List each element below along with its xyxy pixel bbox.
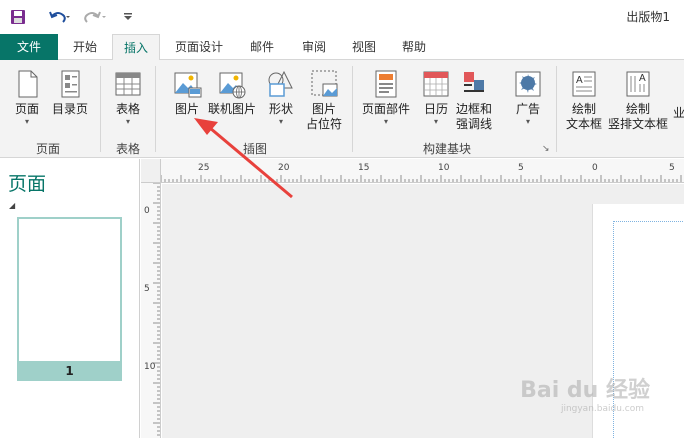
borders-accents-icon bbox=[464, 72, 484, 92]
vertical-textbox-line2: 竖排文本框 bbox=[608, 117, 669, 131]
tab-review[interactable]: 审阅 bbox=[292, 34, 336, 60]
tab-file[interactable]: 文件 bbox=[0, 34, 58, 60]
tab-help[interactable]: 帮助 bbox=[392, 34, 436, 60]
pages-navigation-panel: 页面 ◢ 1 bbox=[0, 159, 140, 438]
page-parts-icon bbox=[375, 70, 397, 98]
page-parts-button[interactable]: 页面部件 ▾ bbox=[362, 68, 410, 127]
draw-textbox-line2: 文本框 bbox=[566, 117, 603, 131]
ribbon: 页面 ▾ 目录页 页面 表格 ▾ 表格 图片 联机图片 形状 ▾ 图片 占位符 … bbox=[0, 60, 684, 158]
ruler-label: 5 bbox=[669, 163, 675, 173]
online-picture-button[interactable]: 联机图片 bbox=[208, 68, 256, 117]
group-separator bbox=[352, 66, 353, 152]
save-icon[interactable] bbox=[10, 7, 26, 27]
ruler-label: 10 bbox=[144, 362, 156, 372]
tab-view[interactable]: 视图 bbox=[342, 34, 386, 60]
draw-vertical-textbox-button[interactable]: A 绘制 竖排文本框 bbox=[608, 68, 668, 132]
textbox-icon: A bbox=[572, 71, 596, 97]
borders-label-line2: 强调线 bbox=[456, 117, 493, 131]
svg-text:A: A bbox=[576, 75, 583, 86]
ruler-label: 10 bbox=[438, 163, 450, 173]
document-title: 出版物1 bbox=[626, 10, 670, 24]
undo-icon[interactable] bbox=[48, 7, 70, 27]
chevron-down-icon: ▾ bbox=[125, 117, 130, 126]
horizontal-ruler[interactable]: 25 20 15 10 5 0 5 bbox=[161, 159, 684, 183]
page-button-label: 页面 bbox=[14, 102, 39, 116]
picture-icon bbox=[174, 72, 202, 98]
tab-home[interactable]: 开始 bbox=[62, 34, 108, 60]
calendar-icon bbox=[423, 71, 449, 97]
placeholder-label-line1: 图片 bbox=[312, 102, 337, 116]
ruler-corner bbox=[141, 159, 161, 183]
svg-text:A: A bbox=[639, 73, 646, 84]
watermark-logo: Bai du 经验 bbox=[520, 378, 650, 403]
ribbon-tabs: 文件 开始 插入 页面设计 邮件 审阅 视图 帮助 bbox=[0, 34, 684, 61]
borders-label-line1: 边框和 bbox=[456, 102, 493, 116]
vertical-textbox-line1: 绘制 bbox=[626, 102, 651, 116]
group-label-building-blocks: 构建基块 bbox=[423, 142, 472, 156]
vertical-ruler[interactable]: 0 5 10 bbox=[141, 183, 161, 438]
group-label-tables: 表格 bbox=[116, 142, 141, 156]
page-thumbnail[interactable] bbox=[17, 217, 122, 381]
catalog-page-icon bbox=[61, 70, 80, 98]
customize-qat-icon[interactable] bbox=[122, 7, 134, 27]
catalog-page-button[interactable]: 目录页 bbox=[52, 68, 88, 117]
advertisement-icon bbox=[515, 71, 541, 97]
chevron-down-icon: ▾ bbox=[24, 117, 29, 126]
tab-mailings[interactable]: 邮件 bbox=[240, 34, 284, 60]
ads-button[interactable]: 广告 ▾ bbox=[513, 68, 543, 127]
collapse-icon[interactable]: ◢ bbox=[9, 201, 15, 210]
vertical-textbox-icon: A bbox=[626, 71, 650, 97]
borders-accents-button[interactable]: 边框和 强调线 bbox=[456, 68, 492, 132]
online-picture-label: 联机图片 bbox=[208, 102, 257, 116]
picture-button-label: 图片 bbox=[174, 102, 199, 116]
ruler-label: 0 bbox=[592, 163, 598, 173]
draw-textbox-line1: 绘制 bbox=[572, 102, 597, 116]
table-button-label: 表格 bbox=[115, 102, 140, 116]
placeholder-label-line2: 占位符 bbox=[306, 117, 343, 131]
title-bar: 出版物1 bbox=[0, 0, 684, 34]
shapes-button-label: 形状 bbox=[268, 102, 293, 116]
pages-panel-title: 页面 bbox=[8, 173, 47, 195]
draw-textbox-button[interactable]: A 绘制 文本框 bbox=[566, 68, 602, 132]
shapes-button[interactable]: 形状 ▾ bbox=[266, 68, 296, 127]
tab-insert[interactable]: 插入 bbox=[112, 34, 160, 61]
redo-icon[interactable] bbox=[84, 7, 108, 27]
shapes-icon bbox=[268, 70, 293, 97]
tab-page-design[interactable]: 页面设计 bbox=[166, 34, 232, 60]
cut-off-button-label[interactable]: 业 bbox=[673, 104, 684, 121]
watermark-url: jingyan.baidu.com bbox=[560, 404, 644, 414]
group-separator bbox=[556, 66, 557, 152]
picture-placeholder-icon bbox=[311, 70, 338, 97]
chevron-down-icon: ▾ bbox=[384, 117, 389, 126]
table-button[interactable]: 表格 ▾ bbox=[113, 68, 143, 127]
ruler-label: 5 bbox=[144, 284, 150, 294]
group-separator bbox=[155, 66, 156, 152]
ruler-label: 15 bbox=[358, 163, 369, 173]
ads-label: 广告 bbox=[515, 102, 540, 116]
table-icon bbox=[115, 72, 141, 96]
picture-button[interactable]: 图片 bbox=[172, 68, 202, 117]
chevron-down-icon: ▾ bbox=[278, 117, 283, 126]
ruler-label: 5 bbox=[518, 163, 524, 173]
group-label-illustrations: 插图 bbox=[243, 142, 268, 156]
chevron-down-icon: ▾ bbox=[525, 117, 530, 126]
catalog-page-label: 目录页 bbox=[52, 102, 89, 116]
online-picture-icon bbox=[219, 72, 246, 99]
page-thumbnail-number: 1 bbox=[17, 361, 122, 381]
ruler-label: 0 bbox=[144, 206, 150, 216]
picture-placeholder-button[interactable]: 图片 占位符 bbox=[306, 68, 342, 132]
ruler-label: 20 bbox=[278, 163, 290, 173]
group-label-pages: 页面 bbox=[36, 142, 61, 156]
page-button[interactable]: 页面 ▾ bbox=[12, 68, 42, 127]
ruler-label: 25 bbox=[198, 163, 209, 173]
calendar-button[interactable]: 日历 ▾ bbox=[421, 68, 451, 127]
page-parts-label: 页面部件 bbox=[362, 102, 411, 116]
dialog-launcher-icon[interactable]: ↘ bbox=[542, 144, 550, 154]
chevron-down-icon: ▾ bbox=[433, 117, 438, 126]
calendar-label: 日历 bbox=[423, 102, 448, 116]
group-separator bbox=[100, 66, 101, 152]
page-icon bbox=[18, 70, 38, 98]
